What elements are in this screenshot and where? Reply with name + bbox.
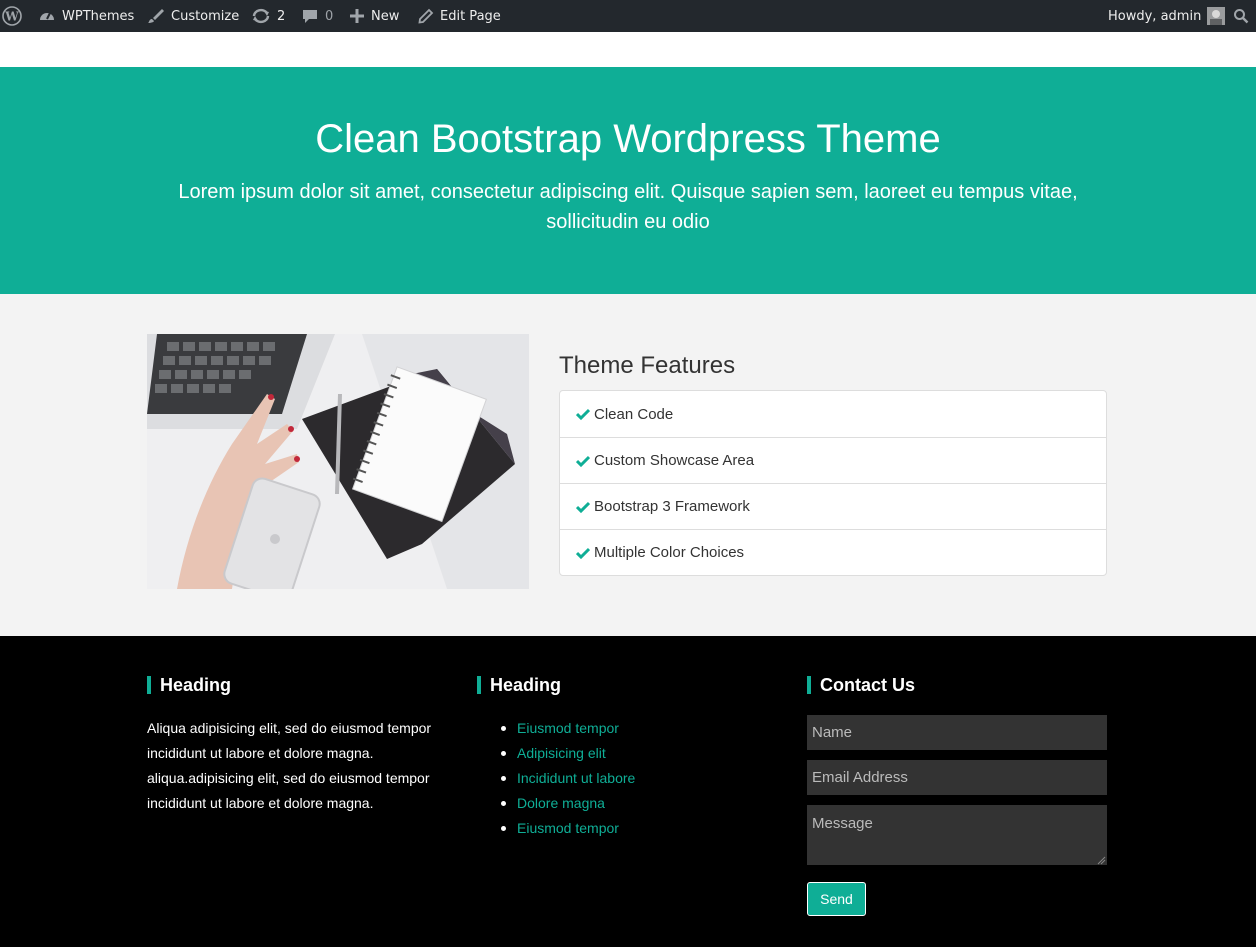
features-title: Theme Features [559, 352, 736, 379]
feature-label: Bootstrap 3 Framework [594, 498, 750, 515]
name-field[interactable] [807, 715, 1107, 750]
feature-label: Custom Showcase Area [594, 452, 755, 469]
footer-link[interactable]: Eiusmod tempor [500, 716, 635, 741]
avatar [1207, 7, 1226, 25]
comment-icon [301, 8, 319, 24]
pencil-icon [418, 8, 434, 24]
feature-label: Multiple Color Choices [594, 544, 745, 561]
updates-link[interactable]: 2 [251, 0, 285, 32]
new-content-link[interactable]: New [349, 0, 399, 32]
feature-item: Multiple Color Choices [560, 529, 1106, 575]
features-section: Theme Features Clean Code Custom Showcas… [0, 294, 1256, 636]
footer-link[interactable]: Dolore magna [500, 791, 635, 816]
footer-links: Eiusmod tempor Adipisicing elit Incididu… [500, 716, 635, 841]
dashboard-icon [38, 8, 56, 24]
hero-title: Clean Bootstrap Wordpress Theme [315, 117, 941, 161]
features-list: Clean Code Custom Showcase Area Bootstra… [559, 390, 1107, 576]
check-icon [576, 455, 590, 467]
comments-link[interactable]: 0 [301, 0, 333, 32]
footer-heading-1: Heading [147, 676, 231, 694]
admin-bar: W WPThemes Customize 2 0 New Edit Page H… [0, 0, 1256, 32]
feature-item: Clean Code [560, 391, 1106, 437]
footer: Heading Aliqua adipisicing elit, sed do … [0, 636, 1256, 947]
email-field[interactable] [807, 760, 1107, 795]
contact-heading: Contact Us [807, 676, 915, 694]
new-label: New [371, 8, 400, 24]
feature-label: Clean Code [594, 405, 674, 423]
message-field[interactable] [807, 805, 1107, 865]
comments-count: 0 [325, 8, 334, 24]
send-button[interactable]: Send [807, 882, 866, 916]
footer-link[interactable]: Adipisicing elit [500, 741, 635, 766]
customize-label: Customize [171, 8, 240, 24]
edit-page-link[interactable]: Edit Page [418, 0, 501, 32]
howdy-label: Howdy, admin [1108, 8, 1202, 24]
hero-subtitle: Lorem ipsum dolor sit amet, consectetur … [178, 181, 1078, 233]
svg-text:W: W [4, 10, 19, 24]
updates-count: 2 [277, 8, 286, 24]
showcase-image [147, 334, 529, 589]
check-icon [576, 501, 590, 513]
edit-page-label: Edit Page [440, 8, 501, 24]
top-spacer [0, 32, 1256, 67]
wordpress-logo-icon[interactable]: W [2, 0, 24, 32]
site-name-link[interactable]: WPThemes [38, 0, 134, 32]
plus-icon [349, 8, 365, 24]
updates-icon [251, 8, 271, 24]
customize-link[interactable]: Customize [147, 0, 239, 32]
my-account-link[interactable]: Howdy, admin [1108, 0, 1226, 32]
brush-icon [147, 8, 165, 24]
footer-text: Aliqua adipisicing elit, sed do eiusmod … [147, 720, 432, 811]
hero-section: Clean Bootstrap Wordpress Theme Lorem ip… [0, 67, 1256, 294]
feature-item: Bootstrap 3 Framework [560, 483, 1106, 529]
footer-link[interactable]: Incididunt ut labore [500, 766, 635, 791]
search-icon[interactable] [1233, 0, 1249, 32]
resize-grip-icon[interactable] [1097, 856, 1106, 865]
footer-link[interactable]: Eiusmod tempor [500, 816, 635, 841]
footer-heading-2: Heading [477, 676, 561, 694]
site-name: WPThemes [62, 8, 135, 24]
check-icon [576, 408, 590, 421]
feature-item: Custom Showcase Area [560, 437, 1106, 483]
check-icon [576, 547, 590, 559]
